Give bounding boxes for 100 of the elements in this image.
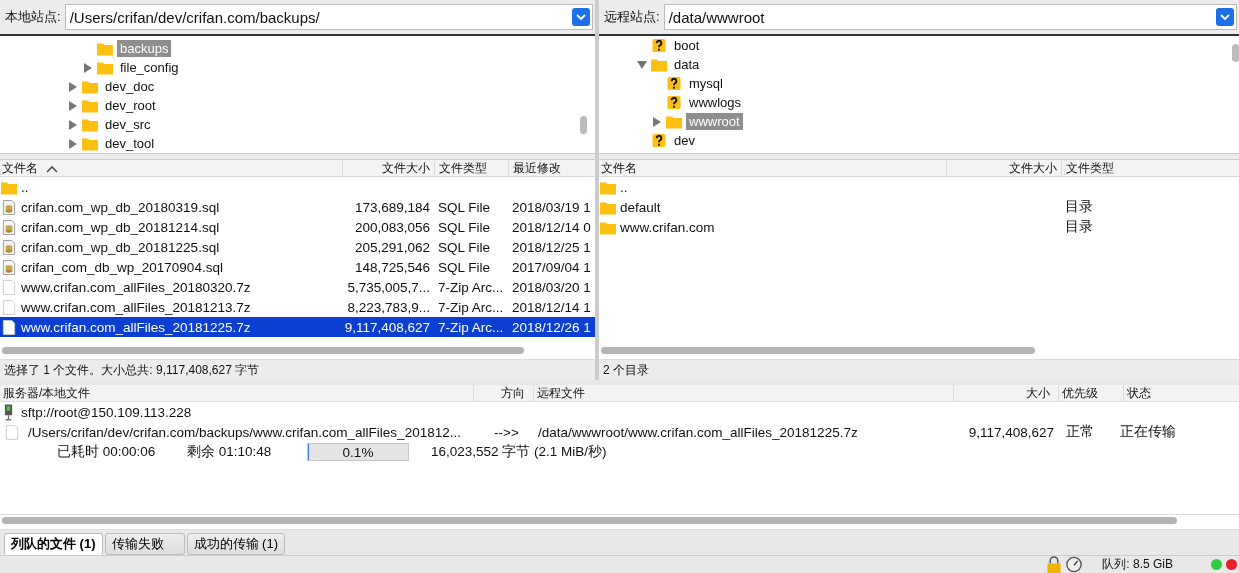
expand-arrow-icon[interactable] [68, 81, 78, 92]
folder-icon [666, 114, 682, 129]
file-row[interactable]: .. [599, 177, 1239, 197]
file-type: SQL File [438, 259, 491, 275]
question-mark-icon [651, 133, 667, 148]
elapsed-time: 已耗时 00:00:06 [57, 443, 157, 462]
tab[interactable]: 传输失败 [104, 533, 185, 555]
column-header[interactable]: 状态 [1123, 385, 1239, 403]
queue-size: 队列: 8.5 GiB [1102, 556, 1173, 573]
column-header[interactable]: 文件名 [0, 160, 342, 177]
folder-icon [82, 117, 98, 132]
tree-item[interactable]: dev_tool [102, 135, 158, 152]
file-name: .. [21, 179, 29, 195]
file-row[interactable]: crifan.com_wp_db_20181214.sql 200,083,056 SQL File 2018/12/14 0 [0, 217, 595, 237]
column-header[interactable]: 大小 [953, 385, 1058, 403]
tree-item[interactable]: dev [671, 132, 698, 149]
file-type: SQL File [438, 239, 491, 255]
dropdown-chevron-icon[interactable] [572, 8, 590, 26]
file-row[interactable]: www.crifan.com 目录 [599, 217, 1239, 237]
file-row[interactable]: www.crifan.com_allFiles_20181213.7z 8,223,783,9... 7-Zip Arc... 2018/12/14 1 [0, 297, 595, 317]
expand-arrow-icon[interactable] [68, 138, 78, 149]
column-header[interactable]: 文件大小 [946, 160, 1061, 177]
folder-icon [97, 41, 113, 56]
server-address: sftp://root@150.109.113.228 [21, 404, 192, 420]
column-header[interactable]: 文件大小 [342, 160, 434, 177]
file-size: 9,117,408,627 [968, 424, 1054, 440]
modified-date: 2018/12/14 1 [512, 299, 591, 315]
file-type: SQL File [438, 199, 491, 215]
file-icon [1, 319, 17, 335]
file-type: 目录 [1065, 199, 1093, 214]
file-name: crifan.com_wp_db_20181214.sql [21, 219, 220, 235]
site-label: 远程站点: [604, 8, 660, 26]
file-row[interactable]: www.crifan.com_allFiles_20181225.7z 9,117,408,627 7-Zip Arc... 2018/12/26 1 [0, 317, 595, 337]
file-row[interactable]: .. [0, 177, 595, 197]
file-size: 8,223,783,9... [347, 299, 430, 315]
tab[interactable]: 列队的文件 (1) [4, 533, 103, 555]
path-dropdown[interactable]: /data/wwwroot [663, 4, 1237, 30]
status-text: 2 个目录 [603, 361, 649, 379]
file-row[interactable]: crifan.com_wp_db_20181225.sql 205,291,062 SQL File 2018/12/25 1 [0, 237, 595, 257]
file-row[interactable]: crifan.com_wp_db_20180319.sql 173,689,184 SQL File 2018/03/19 1 [0, 197, 595, 217]
remote-file-path: /data/wwwroot/www.crifan.com_allFiles_20181225.7z [538, 424, 858, 440]
file-name: crifan.com_wp_db_20181225.sql [21, 239, 220, 255]
dropdown-chevron-icon[interactable] [1216, 8, 1234, 26]
column-header[interactable]: 文件类型 [434, 160, 508, 177]
collapse-arrow-icon[interactable] [637, 59, 647, 70]
remaining-time: 剩余 01:10:48 [187, 443, 273, 462]
expand-arrow-icon[interactable] [68, 100, 78, 111]
file-size: 5,735,005,7... [347, 279, 430, 295]
column-header[interactable]: 服务器/本地文件 [0, 385, 473, 403]
site-label: 本地站点: [5, 8, 61, 26]
file-row[interactable]: crifan_com_db_wp_20170904.sql 148,725,546 SQL File 2017/09/04 1 [0, 257, 595, 277]
file-name: crifan_com_db_wp_20170904.sql [21, 259, 223, 275]
file-type: 7-Zip Arc... [438, 299, 504, 315]
column-header[interactable]: 文件名 [599, 160, 946, 177]
file-type: SQL File [438, 219, 491, 235]
status-text: 选择了 1 个文件。大小总共: 9,117,408,627 字节 [4, 361, 260, 379]
file-size: 205,291,062 [354, 239, 430, 255]
tree-item[interactable]: dev_doc [102, 78, 158, 95]
file-type: 7-Zip Arc... [438, 319, 504, 335]
path-dropdown[interactable]: /Users/crifan/dev/crifan.com/backups/ [64, 4, 593, 30]
scrollbar-thumb[interactable] [580, 116, 587, 134]
file-name: .. [620, 179, 628, 195]
modified-date: 2018/03/20 1 [512, 279, 591, 295]
tree-item[interactable]: wwwlogs [686, 94, 744, 111]
tree-item[interactable]: mysql [686, 75, 726, 92]
tree-item[interactable]: boot [671, 37, 703, 54]
file-icon [4, 424, 20, 440]
tree-item[interactable]: file_config [117, 59, 182, 76]
column-header[interactable]: 方向 [473, 385, 533, 403]
expand-arrow-icon[interactable] [68, 119, 78, 130]
tree-item[interactable]: dev_root [102, 97, 159, 114]
file-name: default [620, 199, 661, 215]
tree-item[interactable]: dev_src [102, 116, 154, 133]
tab[interactable]: 成功的传输 (1) [186, 533, 285, 555]
expand-arrow-icon[interactable] [83, 62, 93, 73]
file-name: www.crifan.com_allFiles_20181225.7z [21, 319, 251, 335]
file-name: crifan.com_wp_db_20180319.sql [21, 199, 220, 215]
file-row[interactable]: www.crifan.com_allFiles_20180320.7z 5,735,005,7... 7-Zip Arc... 2018/03/20 1 [0, 277, 595, 297]
file-size: 200,083,056 [354, 219, 430, 235]
modified-date: 2018/12/14 0 [512, 219, 591, 235]
local-file-path: /Users/crifan/dev/crifan.com/backups/www.crifan.com_allFiles_201812... [28, 424, 461, 440]
scrollbar-thumb[interactable] [601, 347, 1035, 355]
column-header[interactable]: 最近修改 [508, 160, 595, 177]
column-header[interactable]: 远程文件 [533, 385, 953, 403]
modified-date: 2017/09/04 1 [512, 259, 591, 275]
question-mark-icon [666, 95, 682, 110]
tree-item[interactable]: data [671, 56, 703, 73]
priority: 正常 [1066, 424, 1094, 440]
transfer-status: 正在传输 [1120, 424, 1176, 440]
scrollbar-thumb[interactable] [1232, 44, 1239, 62]
scrollbar-thumb[interactable] [2, 347, 524, 355]
column-header[interactable]: 文件类型 [1061, 160, 1239, 177]
scrollbar-thumb[interactable] [2, 517, 1178, 524]
file-size: 9,117,408,627 [344, 319, 430, 335]
expand-arrow-icon[interactable] [652, 116, 662, 127]
file-type: 目录 [1065, 219, 1093, 234]
column-header[interactable]: 优先级 [1058, 385, 1123, 403]
modified-date: 2018/12/26 1 [512, 319, 591, 335]
file-row[interactable]: default 目录 [599, 197, 1239, 217]
question-mark-icon [666, 76, 682, 91]
